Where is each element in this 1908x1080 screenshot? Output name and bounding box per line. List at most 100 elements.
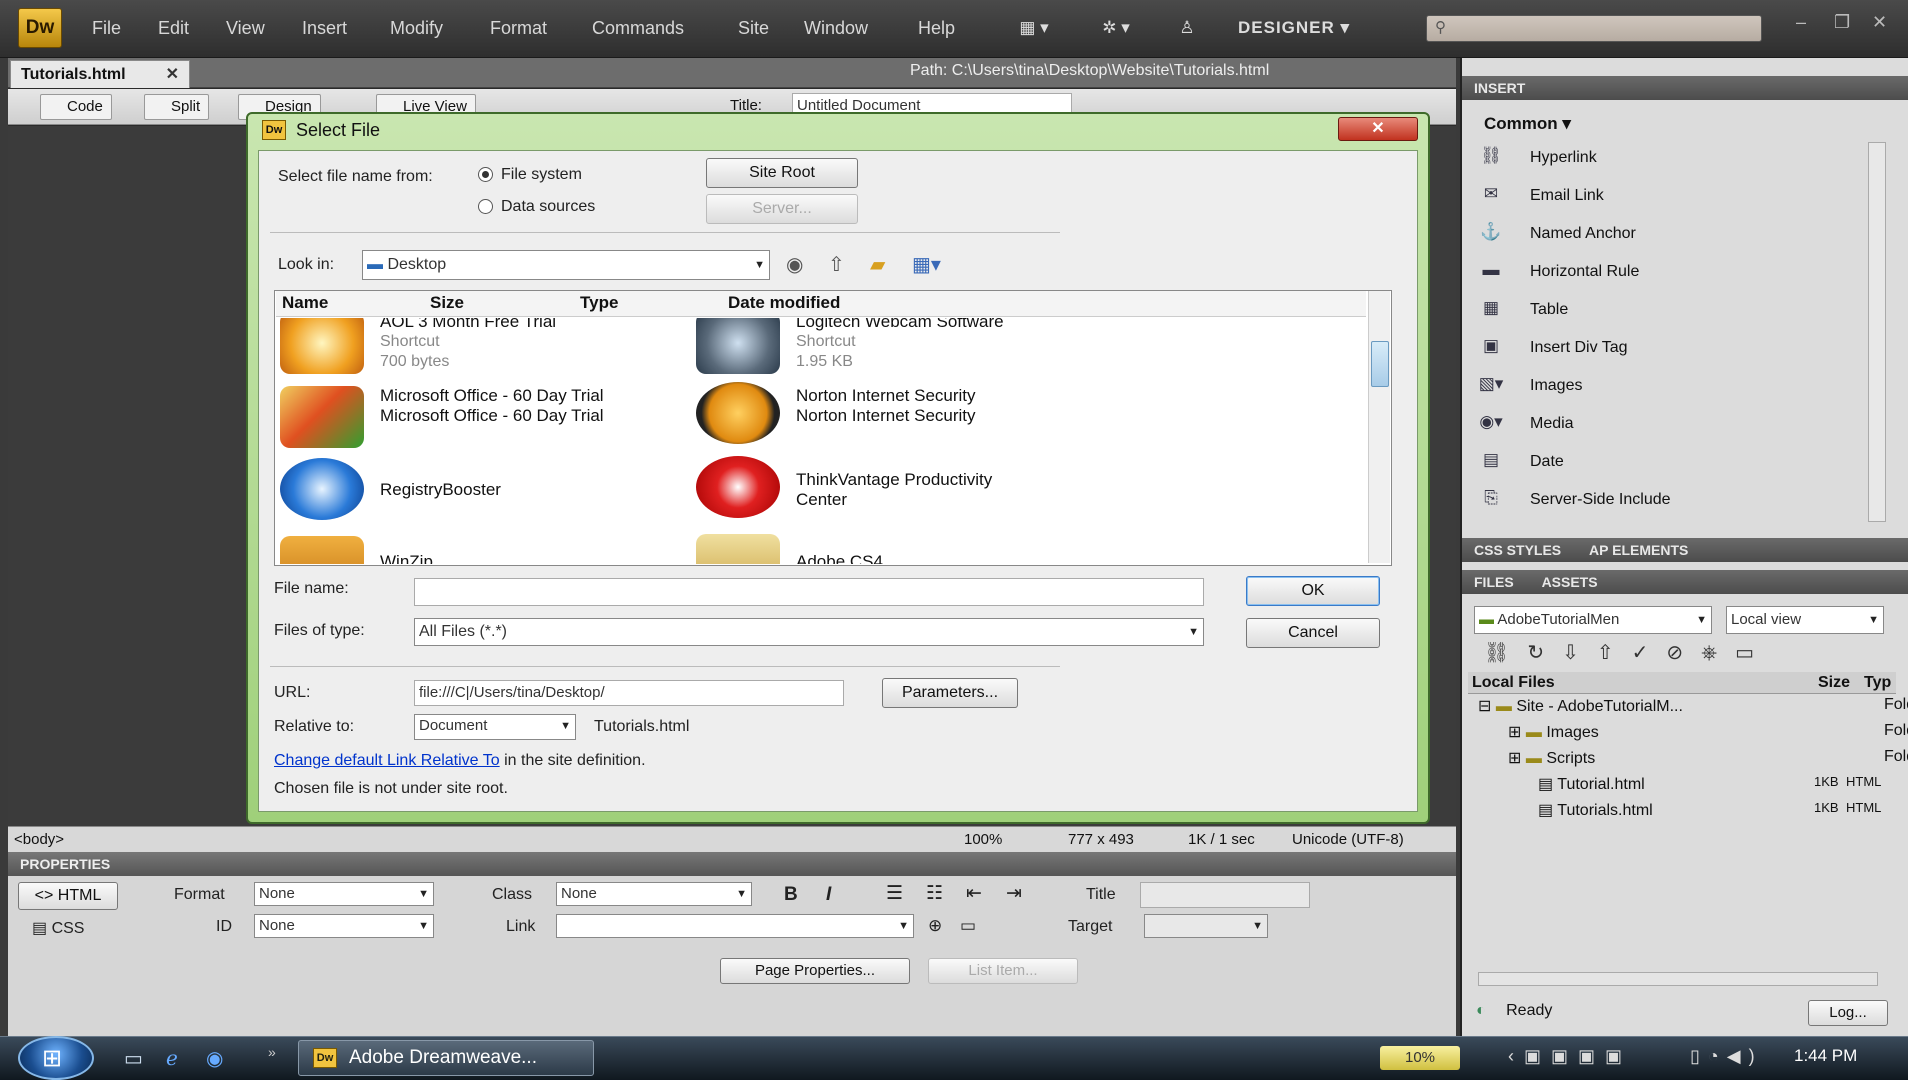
menu-format[interactable]: Format bbox=[490, 18, 547, 39]
server-button[interactable]: Server... bbox=[706, 194, 858, 224]
insert-date[interactable]: ▤ Date bbox=[1476, 450, 1564, 480]
media-player-icon[interactable]: ◉ bbox=[206, 1046, 223, 1071]
menu-modify[interactable]: Modify bbox=[390, 18, 443, 39]
column-size[interactable]: Size bbox=[430, 293, 464, 313]
quicklaunch-more-icon[interactable]: » bbox=[268, 1044, 276, 1060]
look-in-select[interactable]: ▬ Desktop bbox=[362, 250, 770, 280]
insert-category-select[interactable]: Common ▾ bbox=[1484, 114, 1571, 134]
system-tray-icons[interactable]: ‹▣▣▣▣ bbox=[1508, 1046, 1632, 1067]
zoom-select[interactable]: 100% bbox=[964, 831, 1002, 848]
menu-edit[interactable]: Edit bbox=[158, 18, 189, 39]
id-select[interactable]: None bbox=[254, 914, 434, 938]
site-icon[interactable]: ♙ bbox=[1170, 12, 1204, 44]
insert-media[interactable]: ◉▾ Media bbox=[1476, 412, 1573, 442]
outdent-icon[interactable]: ⇤ bbox=[966, 882, 982, 905]
back-icon[interactable]: ◉ bbox=[786, 252, 803, 277]
insert-server-side-include[interactable]: ⎘ Server-Side Include bbox=[1476, 488, 1670, 518]
menu-help[interactable]: Help bbox=[918, 18, 955, 39]
menu-site[interactable]: Site bbox=[738, 18, 769, 39]
document-tab[interactable]: Tutorials.html ✕ bbox=[10, 60, 190, 88]
split-view-button[interactable]: Split bbox=[144, 94, 210, 120]
indent-icon[interactable]: ⇥ bbox=[1006, 882, 1022, 905]
tree-row[interactable]: ⊟ ▬ Site - AdobeTutorialM...Folde bbox=[1478, 696, 1908, 716]
unordered-list-icon[interactable]: ☰ bbox=[886, 882, 903, 905]
relative-to-select[interactable]: Document bbox=[414, 714, 576, 740]
taskbar-dreamweaver[interactable]: Dw Adobe Dreamweave... bbox=[298, 1040, 594, 1076]
column-date-modified[interactable]: Date modified bbox=[728, 293, 840, 313]
class-select[interactable]: None bbox=[556, 882, 752, 906]
parameters-button[interactable]: Parameters... bbox=[882, 678, 1018, 708]
tab-css-styles[interactable]: CSS STYLES bbox=[1474, 542, 1561, 558]
insert-email-link[interactable]: ✉ Email Link bbox=[1476, 184, 1604, 214]
change-link[interactable]: Change default Link Relative To bbox=[274, 752, 500, 769]
tree-row[interactable]: ⊞ ▬ ScriptsFolde bbox=[1508, 748, 1908, 768]
menu-file[interactable]: File bbox=[92, 18, 121, 39]
search-input[interactable]: ⚲ bbox=[1426, 15, 1762, 42]
css-mode-button[interactable]: ▤ CSS bbox=[32, 918, 84, 938]
site-select[interactable]: ▬ AdobeTutorialMen bbox=[1474, 606, 1712, 634]
files-hscrollbar[interactable] bbox=[1478, 972, 1878, 986]
italic-button[interactable]: I bbox=[826, 884, 831, 906]
ordered-list-icon[interactable]: ☷ bbox=[926, 882, 943, 905]
tree-row[interactable]: ▤ Tutorial.html 1KB HTML bbox=[1538, 774, 1898, 794]
view-menu-icon[interactable]: ▦▾ bbox=[912, 252, 941, 277]
close-icon[interactable]: ✕ bbox=[1872, 12, 1887, 33]
cancel-button[interactable]: Cancel bbox=[1246, 618, 1380, 648]
tab-assets[interactable]: ASSETS bbox=[1542, 574, 1598, 590]
insert-panel-header[interactable]: INSERT bbox=[1462, 76, 1908, 100]
site-root-button[interactable]: Site Root bbox=[706, 158, 858, 188]
column-name[interactable]: Name bbox=[282, 293, 328, 313]
window-size[interactable]: 777 x 493 bbox=[1068, 831, 1134, 848]
file-item[interactable]: ThinkVantage Productivity Center bbox=[796, 470, 992, 510]
log-button[interactable]: Log... bbox=[1808, 1000, 1888, 1026]
tab-ap-elements[interactable]: AP ELEMENTS bbox=[1589, 542, 1688, 558]
layout-icon[interactable]: ▦ ▾ bbox=[1010, 12, 1058, 44]
insert-hyperlink[interactable]: ⛓ Hyperlink bbox=[1476, 146, 1596, 176]
insert-scrollbar[interactable] bbox=[1868, 142, 1886, 522]
ie-icon[interactable]: ℯ bbox=[166, 1046, 178, 1071]
link-field[interactable] bbox=[556, 914, 914, 938]
file-item[interactable]: Adobe CS4 bbox=[796, 552, 883, 564]
tab-files[interactable]: FILES bbox=[1474, 574, 1514, 590]
page-properties-button[interactable]: Page Properties... bbox=[720, 958, 910, 984]
insert-images[interactable]: ▧▾ Images bbox=[1476, 374, 1583, 404]
dialog-close-button[interactable]: ✕ bbox=[1338, 117, 1418, 141]
radio-data-sources[interactable]: Data sources bbox=[478, 198, 595, 216]
show-desktop-icon[interactable]: ▭ bbox=[124, 1046, 143, 1071]
menu-view[interactable]: View bbox=[226, 18, 265, 39]
insert-div-tag[interactable]: ▣ Insert Div Tag bbox=[1476, 336, 1628, 366]
file-item[interactable]: RegistryBooster bbox=[380, 480, 501, 500]
list-item-button[interactable]: List Item... bbox=[928, 958, 1078, 984]
file-item[interactable]: Microsoft Office - 60 Day Trial Microsoft… bbox=[380, 386, 604, 426]
file-item[interactable]: AOL 3 Month Free Trial Shortcut 700 bytes bbox=[380, 318, 556, 372]
workspace-switcher[interactable]: DESIGNER ▾ bbox=[1238, 12, 1388, 44]
local-files-col[interactable]: Local Files bbox=[1472, 674, 1555, 692]
insert-table[interactable]: ▦ Table bbox=[1476, 298, 1568, 328]
code-view-button[interactable]: Code bbox=[40, 94, 112, 120]
scroll-thumb[interactable] bbox=[1371, 341, 1389, 387]
tree-row[interactable]: ⊞ ▬ ImagesFolde bbox=[1508, 722, 1908, 742]
file-item[interactable]: Norton Internet Security Norton Internet … bbox=[796, 386, 976, 426]
battery-indicator[interactable]: 10% bbox=[1380, 1046, 1460, 1070]
file-item[interactable]: Logitech Webcam Software Shortcut 1.95 KB bbox=[796, 318, 1004, 372]
extend-icon[interactable]: ✲ ▾ bbox=[1092, 12, 1140, 44]
radio-file-system[interactable]: File system bbox=[478, 166, 582, 184]
insert-horizontal-rule[interactable]: ▬ Horizontal Rule bbox=[1476, 260, 1640, 290]
view-select[interactable]: Local view bbox=[1726, 606, 1884, 634]
insert-named-anchor[interactable]: ⚓ Named Anchor bbox=[1476, 222, 1635, 252]
volume-network-icons[interactable]: ▯◔◀) bbox=[1690, 1046, 1763, 1067]
bold-button[interactable]: B bbox=[784, 884, 798, 906]
file-item[interactable]: WinZip bbox=[380, 552, 433, 564]
target-select[interactable] bbox=[1144, 914, 1268, 938]
tab-close-icon[interactable]: ✕ bbox=[166, 61, 179, 89]
start-button[interactable]: ⊞ bbox=[18, 1036, 94, 1080]
title-prop-field[interactable] bbox=[1140, 882, 1310, 908]
menu-insert[interactable]: Insert bbox=[302, 18, 347, 39]
maximize-icon[interactable]: ❐ bbox=[1834, 12, 1850, 33]
file-list-scrollbar[interactable] bbox=[1368, 291, 1390, 563]
size-col[interactable]: Size bbox=[1818, 674, 1850, 692]
menu-window[interactable]: Window bbox=[804, 18, 868, 39]
tag-selector[interactable]: <body> bbox=[14, 831, 64, 848]
browse-folder-icon[interactable]: ▭ bbox=[960, 916, 976, 936]
file-name-input[interactable] bbox=[414, 578, 1204, 606]
